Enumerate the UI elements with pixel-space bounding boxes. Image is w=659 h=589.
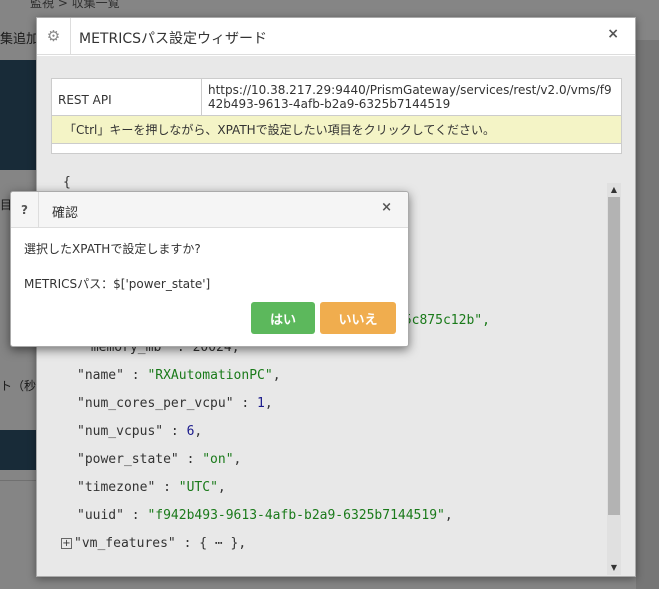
no-button[interactable]: いいえ bbox=[320, 302, 396, 334]
confirm-close-button[interactable]: × bbox=[381, 200, 392, 215]
confirm-dialog: ? 確認 × 選択したXPATHで設定しますか? METRICSパス：$['po… bbox=[10, 191, 409, 347]
confirm-message: 選択したXPATHで設定しますか? bbox=[24, 242, 201, 256]
json-value: "f942b493-9613-4afb-b2a9-6325b7144519" bbox=[147, 508, 445, 523]
json-key: "num_vcpus" bbox=[77, 424, 164, 439]
confirm-title: 確認 bbox=[52, 206, 79, 221]
json-line-vm-features[interactable]: + "vm_features" : { ⋯ }, bbox=[61, 536, 246, 551]
json-value: "UTC" bbox=[178, 480, 218, 495]
json-value: 6 bbox=[186, 424, 195, 439]
scroll-thumb[interactable] bbox=[608, 197, 620, 515]
json-collapsed-object: "vm_features" : { ⋯ }, bbox=[74, 536, 247, 551]
json-key: "power_state" bbox=[77, 452, 179, 467]
json-value: 1 bbox=[257, 396, 265, 411]
question-icon: ? bbox=[11, 192, 39, 228]
metrics-path-text: METRICSパス：$['power_state'] bbox=[24, 277, 211, 291]
json-key: "name" bbox=[77, 368, 124, 383]
gear-icon: ⚙ bbox=[37, 18, 71, 54]
json-line-uuid[interactable]: "uuid" : "f942b493-9613-4afb-b2a9-6325b7… bbox=[77, 508, 453, 523]
scroll-down-icon[interactable]: ▼ bbox=[607, 561, 621, 575]
json-key: "uuid" bbox=[77, 508, 124, 523]
rest-api-url: https://10.38.217.29:9440/PrismGateway/s… bbox=[201, 78, 622, 116]
json-value[interactable]: f5c875c12b", bbox=[396, 313, 490, 328]
confirm-header: ? 確認 × bbox=[11, 192, 408, 228]
wizard-title: METRICSパス設定ウィザード bbox=[79, 31, 267, 47]
yes-button[interactable]: はい bbox=[251, 302, 315, 334]
json-open-brace: { bbox=[63, 175, 71, 190]
json-line-name[interactable]: "name" : "RXAutomationPC", bbox=[77, 368, 281, 383]
table-spacer bbox=[51, 143, 622, 154]
ctrl-click-notice: 「Ctrl」キーを押しながら、XPATHで設定したい項目をクリックしてください。 bbox=[51, 115, 622, 144]
scroll-up-icon[interactable]: ▲ bbox=[607, 183, 621, 197]
json-scrollbar[interactable]: ▲ ▼ bbox=[607, 183, 621, 575]
json-line-num-cores[interactable]: "num_cores_per_vcpu" : 1, bbox=[77, 396, 273, 411]
wizard-close-button[interactable]: × bbox=[607, 26, 619, 42]
json-key: "timezone" bbox=[77, 480, 156, 495]
rest-api-table: REST API https://10.38.217.29:9440/Prism… bbox=[51, 78, 622, 154]
json-value: "RXAutomationPC" bbox=[147, 368, 273, 383]
wizard-header: ⚙ METRICSパス設定ウィザード × bbox=[37, 18, 635, 55]
rest-api-label: REST API bbox=[51, 78, 202, 116]
json-key: "num_cores_per_vcpu" bbox=[77, 396, 234, 411]
json-line-num-vcpus[interactable]: "num_vcpus" : 6, bbox=[77, 424, 202, 439]
expand-icon[interactable]: + bbox=[61, 538, 72, 549]
json-line-timezone[interactable]: "timezone" : "UTC", bbox=[77, 480, 226, 495]
json-line-power-state[interactable]: "power_state" : "on", bbox=[77, 452, 241, 467]
json-value: "on" bbox=[202, 452, 234, 467]
